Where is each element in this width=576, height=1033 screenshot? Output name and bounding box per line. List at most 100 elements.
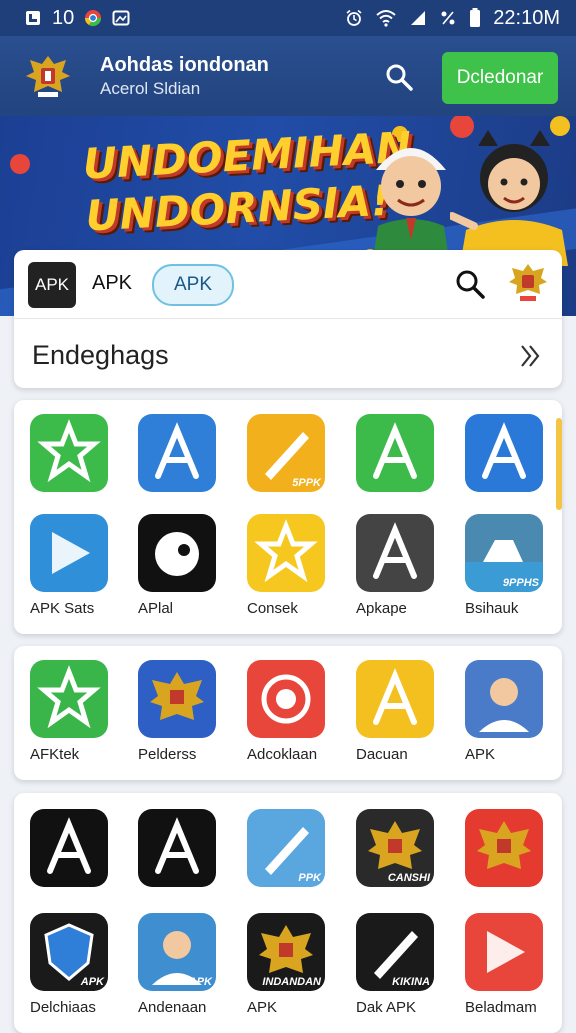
- blue-a-app-icon[interactable]: [138, 414, 216, 492]
- app-item[interactable]: [356, 414, 456, 492]
- shield-app-icon[interactable]: APK: [30, 913, 108, 991]
- svg-text:5PPK: 5PPK: [292, 477, 322, 489]
- app-subtitle: Acerol Sldian: [100, 78, 201, 98]
- black-a-app-icon[interactable]: [138, 809, 216, 887]
- app-item[interactable]: 9PPHS Bsihauk: [465, 514, 565, 617]
- chevron-right-double-icon[interactable]: [516, 342, 544, 370]
- green-star-arrow-app-icon[interactable]: [30, 660, 108, 738]
- svg-text:INDANDAN: INDANDAN: [262, 976, 322, 988]
- app-item[interactable]: [30, 414, 130, 492]
- alarm-icon: [346, 9, 362, 26]
- apk-filter-chip[interactable]: APK: [152, 264, 234, 306]
- garuda-app-icon[interactable]: [356, 660, 434, 738]
- app-item[interactable]: Adcoklaan: [247, 660, 347, 763]
- app-item[interactable]: PPK: [247, 809, 347, 887]
- app-item[interactable]: [30, 809, 130, 887]
- app-name: Adcoklaan: [247, 746, 318, 763]
- app-item[interactable]: KIKINA Dak APK: [356, 913, 456, 1016]
- battery-icon: [470, 8, 481, 27]
- app-title: Aohdas iondonan: [100, 53, 269, 76]
- app-section-1: 5PPK APK Sats APlal Consek Apkape 9PPHS Bsihau…: [14, 400, 562, 634]
- svg-text:PPK: PPK: [298, 872, 322, 884]
- app-item[interactable]: APK Andenaan: [138, 913, 238, 1016]
- app-name: Beladmam: [465, 999, 537, 1016]
- card-divider: [14, 318, 562, 319]
- garuda-black-app-icon[interactable]: INDANDAN: [247, 913, 325, 991]
- signal-icon: [411, 11, 426, 25]
- play-arrow-app-icon[interactable]: [30, 514, 108, 592]
- app-name: Consek: [247, 600, 298, 617]
- garuda-emblem-small-icon: [509, 264, 547, 301]
- app-item[interactable]: [138, 809, 238, 887]
- red-emblem-app-icon[interactable]: [465, 809, 543, 887]
- statue-app-icon[interactable]: CANSHI: [356, 809, 434, 887]
- landscape-photo-app-icon[interactable]: 9PPHS: [465, 514, 543, 592]
- app-name: AFKtek: [30, 746, 80, 763]
- app-name: Andenaan: [138, 999, 207, 1016]
- colorful-play-app-icon[interactable]: [465, 913, 543, 991]
- app-item[interactable]: APK Delchiaas: [30, 913, 130, 1016]
- app-item[interactable]: 5PPK: [247, 414, 347, 492]
- app-item[interactable]: [465, 809, 565, 887]
- apk-label: APK: [92, 272, 133, 294]
- app-name: APK: [247, 999, 278, 1016]
- svg-text:KIKINA: KIKINA: [392, 976, 430, 988]
- app-section-3: PPK CANSHI APK Delchiaas APK Andenaan INDANDAN…: [14, 793, 562, 1033]
- gray-a-app-icon[interactable]: [356, 514, 434, 592]
- app-name: Dak APK: [356, 999, 417, 1016]
- svg-text:APK: APK: [80, 976, 105, 988]
- app-item[interactable]: Apkape: [356, 514, 456, 617]
- cartoon-person-app-icon[interactable]: APK: [138, 913, 216, 991]
- app-item[interactable]: Consek: [247, 514, 347, 617]
- card-search-icon[interactable]: [454, 268, 486, 300]
- cartoon-girl-illustration: [450, 130, 568, 266]
- app-name: Bsihauk: [465, 600, 519, 617]
- apk-logo-tile[interactable]: APK: [28, 262, 76, 308]
- svg-text:APK: APK: [188, 976, 213, 988]
- app-item[interactable]: Dacuan: [356, 660, 456, 763]
- bird-app-icon[interactable]: [138, 514, 216, 592]
- app-item[interactable]: [465, 414, 565, 492]
- download-button[interactable]: Dcledonar: [442, 52, 558, 104]
- svg-text:9PPHS: 9PPHS: [503, 577, 540, 589]
- app-name: Apkape: [356, 600, 407, 617]
- circle-ring-app-icon[interactable]: [247, 660, 325, 738]
- black-a-red-app-icon[interactable]: [30, 809, 108, 887]
- app-section-2: AFKtek Pelderss Adcoklaan Dacuan APK: [14, 646, 562, 780]
- status-count: 10: [52, 6, 75, 29]
- green-a-circle-app-icon[interactable]: [356, 414, 434, 492]
- green-star-app-icon[interactable]: [30, 414, 108, 492]
- yellow-star-app-icon[interactable]: [247, 514, 325, 592]
- app-item[interactable]: CANSHI: [356, 809, 456, 887]
- pencil-app-icon[interactable]: KIKINA: [356, 913, 434, 991]
- app-item[interactable]: Pelderss: [138, 660, 238, 763]
- blue-green-a-app-icon[interactable]: [465, 414, 543, 492]
- seal-app-icon[interactable]: [138, 660, 216, 738]
- app-item[interactable]: APK: [465, 660, 565, 763]
- notification-icon: [26, 11, 40, 25]
- app-name: APK: [465, 746, 496, 763]
- chrome-icon: [85, 10, 102, 27]
- app-name: APK Sats: [30, 600, 95, 617]
- app-item[interactable]: INDANDAN APK: [247, 913, 347, 1016]
- app-item[interactable]: [138, 414, 238, 492]
- status-bar: 10 22:10M: [0, 0, 576, 36]
- pen-blue-app-icon[interactable]: PPK: [247, 809, 325, 887]
- data-icon: [441, 11, 455, 25]
- status-time: 22:10M: [493, 6, 560, 29]
- wifi-icon: [376, 10, 396, 27]
- scrollbar-thumb[interactable]: [556, 418, 562, 510]
- app-name: Dacuan: [356, 746, 408, 763]
- app-item[interactable]: Beladmam: [465, 913, 565, 1016]
- app-name: Pelderss: [138, 746, 197, 763]
- image-icon: [112, 10, 130, 26]
- portrait-app-icon[interactable]: [465, 660, 543, 738]
- section-title: Endeghags: [32, 340, 169, 370]
- app-item[interactable]: AFKtek: [30, 660, 130, 763]
- search-icon[interactable]: [384, 62, 414, 92]
- app-name: Delchiaas: [30, 999, 96, 1016]
- app-item[interactable]: APlal: [138, 514, 238, 617]
- app-item[interactable]: APK Sats: [30, 514, 130, 617]
- svg-text:CANSHI: CANSHI: [388, 872, 431, 884]
- pen-tool-app-icon[interactable]: 5PPK: [247, 414, 325, 492]
